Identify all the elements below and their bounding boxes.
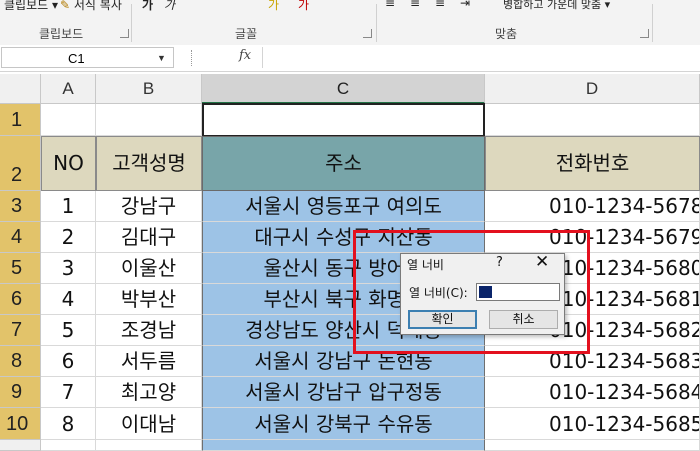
cell-name[interactable]: 조경남	[96, 315, 202, 346]
header-cell-name[interactable]: 고객성명	[96, 136, 202, 191]
brush-icon: ✎	[60, 0, 71, 12]
merge-center-button[interactable]: 병합하고 가운데 맞춤 ▾	[503, 0, 610, 16]
group-label-clipboard: 클립보드	[39, 27, 84, 41]
formula-bar-splitter[interactable]	[191, 50, 195, 66]
format-painter-button[interactable]: ✎ 서식 복사	[60, 0, 122, 16]
fill-color-button[interactable]: 가	[268, 0, 279, 16]
align-left-icon[interactable]: ≡	[385, 0, 395, 16]
column-header-a[interactable]: A	[41, 74, 96, 104]
row-header-9[interactable]: 9	[0, 377, 41, 408]
cell-no[interactable]: 6	[41, 346, 96, 377]
cell-no[interactable]: 5	[41, 315, 96, 346]
name-box[interactable]: C1 ▼	[1, 47, 174, 68]
cell-phone[interactable]: 010-1234-5685	[485, 408, 700, 440]
italic-button[interactable]: 가	[164, 0, 175, 16]
cell-d1[interactable]	[485, 104, 700, 136]
align-center-icon[interactable]: ≡	[410, 0, 420, 16]
row-header-2[interactable]: 2	[0, 136, 41, 191]
cell-no[interactable]: 1	[41, 191, 96, 222]
row-header-6[interactable]: 6	[0, 284, 41, 315]
formula-input[interactable]	[262, 47, 699, 68]
cell-b1[interactable]	[96, 104, 202, 136]
font-color-button[interactable]: 가	[298, 0, 309, 16]
paste-dropdown[interactable]: 클립보드 ▾	[4, 0, 58, 16]
cell-phone[interactable]: 010-1234-5684	[485, 377, 700, 408]
ribbon: 클립보드 ▾ ✎ 서식 복사 가 가 가 가 병합하고 가운데 맞춤 ▾ ≡ ≡…	[0, 0, 700, 46]
column-header-c[interactable]: C	[202, 74, 485, 104]
group-separator	[131, 4, 132, 42]
cell-address[interactable]: 서울시 영등포구 여의도	[202, 191, 485, 222]
header-cell-phone[interactable]: 전화번호	[485, 136, 700, 191]
cell-phone[interactable]: 010-1234-5678	[485, 191, 700, 222]
cell-address[interactable]: 서울시 강남구 압구정동	[202, 377, 485, 408]
font-launcher-icon[interactable]	[363, 29, 372, 38]
cell-no[interactable]: 7	[41, 377, 96, 408]
bold-button[interactable]: 가	[142, 0, 153, 16]
cell-c1-active[interactable]	[202, 103, 485, 137]
header-cell-address[interactable]: 주소	[202, 136, 485, 191]
cell-d11[interactable]	[485, 440, 700, 451]
insert-function-icon[interactable]: fx	[239, 48, 251, 63]
cell-no[interactable]: 3	[41, 253, 96, 284]
align-right-icon[interactable]: ≡	[435, 0, 445, 16]
row-header-4[interactable]: 4	[0, 222, 41, 253]
clipboard-launcher-icon[interactable]	[120, 29, 129, 38]
row-header-8[interactable]: 8	[0, 346, 41, 377]
cell-a1[interactable]	[41, 104, 96, 136]
cell-a11[interactable]	[41, 440, 96, 451]
group-label-font: 글꼴	[235, 27, 258, 41]
cell-no[interactable]: 8	[41, 408, 96, 440]
cell-name[interactable]: 강남구	[96, 191, 202, 222]
highlight-box	[353, 230, 590, 354]
alignment-launcher-icon[interactable]	[640, 29, 649, 38]
cell-no[interactable]: 4	[41, 284, 96, 315]
group-label-alignment: 맞춤	[495, 27, 518, 41]
header-cell-no[interactable]: NO	[41, 136, 96, 191]
group-separator	[376, 4, 377, 42]
column-header-d[interactable]: D	[485, 74, 700, 104]
cell-name[interactable]: 이울산	[96, 253, 202, 284]
cell-no[interactable]: 2	[41, 222, 96, 253]
row-header-3[interactable]: 3	[0, 191, 41, 222]
cell-name[interactable]: 서두름	[96, 346, 202, 377]
row-header-1[interactable]: 1	[0, 104, 41, 136]
indent-icon[interactable]: ⇥	[460, 0, 470, 16]
cell-name[interactable]: 최고양	[96, 377, 202, 408]
group-separator	[652, 4, 653, 42]
row-header-7[interactable]: 7	[0, 315, 41, 346]
cell-name[interactable]: 김대구	[96, 222, 202, 253]
cell-name[interactable]: 이대남	[96, 408, 202, 440]
select-all-corner[interactable]	[0, 74, 41, 104]
cell-c11[interactable]	[202, 440, 485, 451]
column-header-b[interactable]: B	[96, 74, 202, 104]
row-header-10[interactable]: 10	[0, 408, 41, 440]
cell-b11[interactable]	[96, 440, 202, 451]
cell-name[interactable]: 박부산	[96, 284, 202, 315]
chevron-down-icon[interactable]: ▼	[157, 48, 166, 69]
row-header-11[interactable]	[0, 440, 41, 451]
formula-bar: C1 ▼ fx	[0, 45, 700, 72]
row-header-5[interactable]: 5	[0, 253, 41, 284]
cell-address[interactable]: 서울시 강북구 수유동	[202, 408, 485, 440]
